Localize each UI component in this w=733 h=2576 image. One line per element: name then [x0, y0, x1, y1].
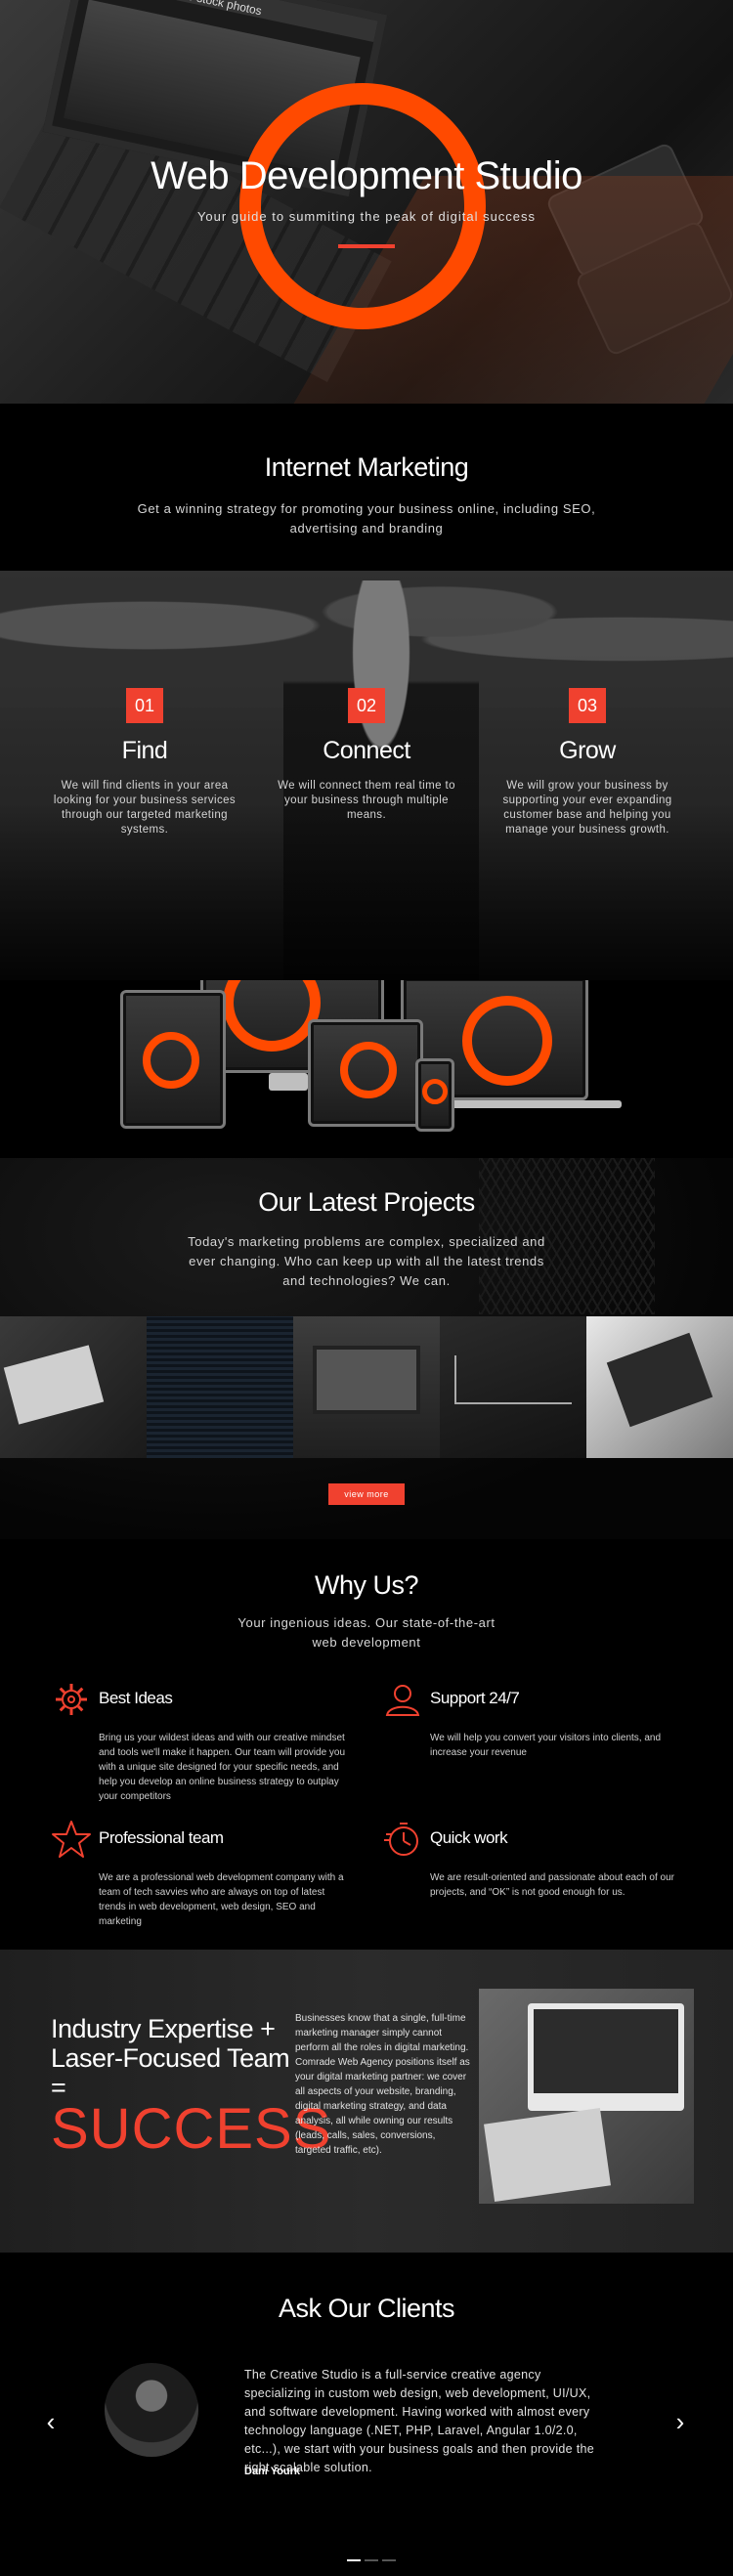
step-title: Grow — [559, 737, 616, 764]
step-text: We will find clients in your area lookin… — [53, 780, 237, 836]
step-title: Find — [121, 737, 168, 764]
feature-text: We are a professional web development co… — [99, 1872, 344, 1927]
laptop-ring-decoration — [462, 996, 552, 1086]
tablet-image — [120, 990, 226, 1129]
project-tile-2[interactable] — [147, 1316, 293, 1458]
client-author: Dani Yourk — [244, 2466, 301, 2477]
feature-title: Professional team — [99, 1828, 224, 1847]
project-tile-4[interactable] — [440, 1316, 586, 1458]
small-tablet-image — [308, 1019, 423, 1127]
step-text: We will grow your business by supporting… — [502, 780, 672, 836]
laptop-screen-text: Free stock photos — [168, 0, 264, 19]
slider-dot[interactable] — [365, 2559, 378, 2561]
project-tile-1[interactable] — [0, 1316, 147, 1458]
slider-dot[interactable] — [382, 2559, 396, 2561]
imac-screen — [534, 2009, 678, 2093]
step-find: 01 Find We will find clients in your are… — [52, 688, 237, 837]
step-number: 02 — [348, 688, 385, 723]
paper-image — [484, 2108, 611, 2202]
project-tile-5[interactable] — [586, 1316, 733, 1458]
feature-title: Support 24/7 — [430, 1689, 520, 1707]
tablet-thumbnail — [606, 1332, 713, 1428]
screen-thumbnail — [313, 1346, 420, 1414]
projects-text: Today's marketing problems are complex, … — [188, 1234, 545, 1288]
steps-section: 01 Find We will find clients in your are… — [0, 571, 733, 980]
success-text: Businesses know that a single, full-time… — [295, 2013, 470, 2156]
step-title: Connect — [323, 737, 410, 764]
star-icon — [52, 1821, 91, 1858]
why-us-section: Why Us? Your ingenious ideas. Our state-… — [0, 1539, 733, 1950]
laptop-thumbnail — [3, 1345, 105, 1425]
client-quote: The Creative Studio is a full-service cr… — [244, 2368, 594, 2474]
why-us-title: Why Us? — [314, 1570, 419, 1600]
success-heading: Industry Expertise + Laser-Focused Team … — [51, 2014, 290, 2102]
next-arrow-button[interactable]: › — [670, 2407, 690, 2436]
smartphone-image — [415, 1058, 454, 1132]
clients-title: Ask Our Clients — [278, 2294, 455, 2323]
feature-title: Quick work — [430, 1828, 508, 1847]
clients-section: Ask Our Clients ‹ The Creative Studio is… — [0, 2253, 733, 2566]
hero-subtitle: Your guide to summiting the peak of digi… — [196, 209, 537, 224]
hero-section: Free stock photos Web Development Studio… — [0, 0, 733, 404]
chart-thumbnail — [454, 1355, 572, 1404]
monitor-stand — [269, 1073, 308, 1091]
feature-title: Best Ideas — [99, 1689, 173, 1707]
hero-accent-line — [338, 244, 395, 248]
hero-title: Web Development Studio — [151, 154, 582, 197]
feature-text: We will help you convert your visitors i… — [430, 1733, 662, 1758]
feature-text: We are result-oriented and passionate ab… — [430, 1872, 674, 1898]
success-big-text: SUCCESS — [51, 2097, 332, 2161]
prev-arrow-button[interactable]: ‹ — [41, 2407, 61, 2436]
devices-section — [0, 980, 733, 1158]
step-connect: 02 Connect We will connect them real tim… — [274, 688, 459, 823]
marketing-text: Get a winning strategy for promoting you… — [137, 501, 596, 536]
step-number: 03 — [569, 688, 606, 723]
view-more-button[interactable]: view more — [328, 1483, 405, 1505]
slider-dot[interactable] — [347, 2559, 361, 2561]
small-tablet-ring-decoration — [340, 1042, 397, 1098]
projects-title: Our Latest Projects — [258, 1187, 475, 1217]
projects-section: Our Latest Projects Today's marketing pr… — [0, 1158, 733, 1539]
smartphone-ring-decoration — [422, 1079, 448, 1104]
step-grow: 03 Grow We will grow your business by su… — [495, 688, 680, 837]
why-us-subtitle: Your ingenious ideas. Our state-of-the-a… — [237, 1615, 496, 1650]
stopwatch-icon — [384, 1823, 418, 1856]
user-icon — [385, 1685, 420, 1716]
client-avatar — [105, 2363, 198, 2457]
success-section: Industry Expertise + Laser-Focused Team … — [0, 1950, 733, 2253]
marketing-title: Internet Marketing — [264, 452, 469, 482]
orange-ring-decoration — [239, 83, 486, 329]
step-number: 01 — [126, 688, 163, 723]
project-tile-3[interactable] — [293, 1316, 440, 1458]
marketing-section: Internet Marketing Get a winning strateg… — [0, 404, 733, 571]
tablet-ring-decoration — [143, 1032, 199, 1089]
feature-text: Bring us your wildest ideas and with our… — [99, 1733, 346, 1802]
step-text: We will connect them real time to your b… — [278, 780, 455, 821]
imac-image — [528, 2003, 684, 2111]
slider-dots — [345, 2549, 398, 2566]
gear-icon — [56, 1684, 87, 1715]
